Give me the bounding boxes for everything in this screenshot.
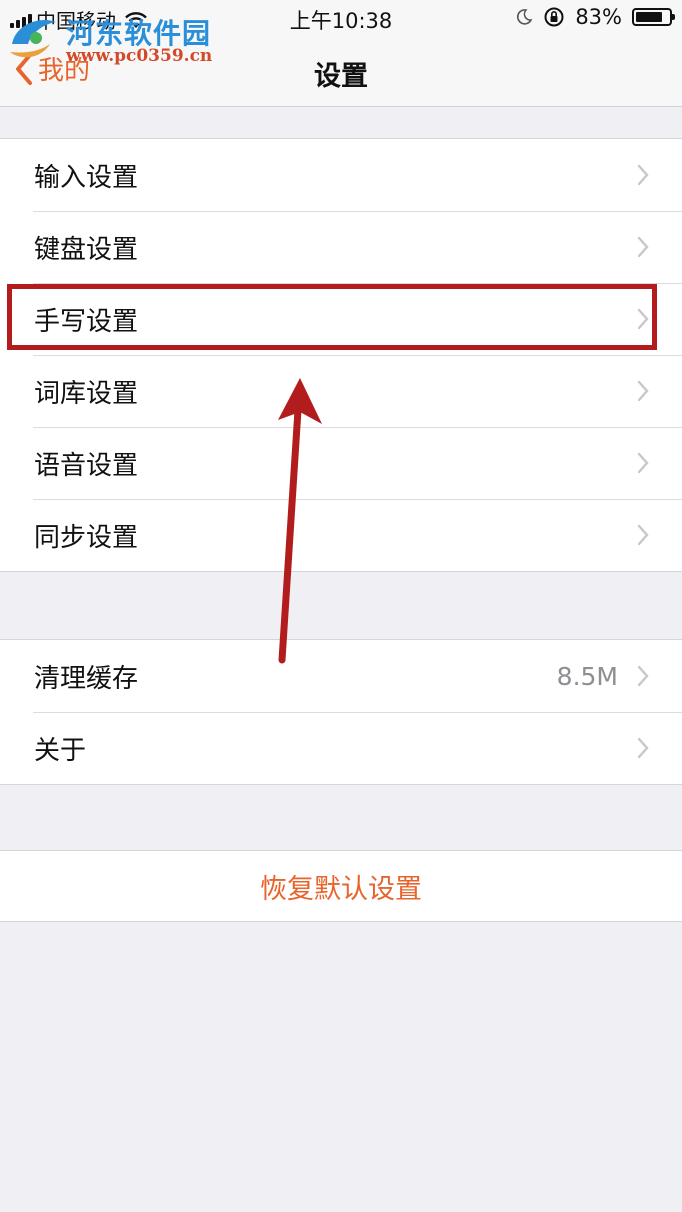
battery-icon [632, 8, 675, 26]
cache-size-value: 8.5M [556, 661, 618, 691]
row-label: 清理缓存 [34, 663, 139, 694]
moon-icon [517, 9, 533, 25]
row-label: 关于 [34, 735, 87, 766]
chevron-right-icon [637, 737, 649, 759]
chevron-right-icon [637, 308, 649, 330]
settings-row-input[interactable]: 输入设置 [0, 139, 682, 211]
settings-group-main: 输入设置 键盘设置 手写设置 词库设置 语音设置 同步设置 [0, 138, 682, 572]
chevron-right-icon [637, 665, 649, 687]
settings-row-clear-cache[interactable]: 清理缓存 8.5M [0, 640, 682, 712]
chevron-right-icon [637, 164, 649, 186]
row-label: 键盘设置 [34, 234, 139, 265]
status-bar: 中国移动 上午10:38 83% [0, 0, 682, 36]
settings-row-sync[interactable]: 同步设置 [0, 499, 682, 571]
reset-defaults-button[interactable]: 恢复默认设置 [0, 851, 682, 921]
settings-row-voice[interactable]: 语音设置 [0, 427, 682, 499]
settings-group-misc: 清理缓存 8.5M 关于 [0, 639, 682, 785]
row-label: 语音设置 [34, 450, 139, 481]
row-label: 手写设置 [34, 306, 139, 337]
chevron-right-icon [637, 524, 649, 546]
chevron-right-icon [637, 236, 649, 258]
row-label: 输入设置 [34, 162, 139, 193]
settings-row-about[interactable]: 关于 [0, 712, 682, 784]
page-title: 设置 [314, 61, 368, 92]
navigation-bar: 我的 设置 [0, 36, 682, 107]
settings-group-reset: 恢复默认设置 [0, 850, 682, 922]
settings-row-handwriting[interactable]: 手写设置 [0, 283, 682, 355]
row-label: 同步设置 [34, 522, 139, 553]
chevron-right-icon [637, 380, 649, 402]
battery-percent: 83% [575, 5, 622, 29]
settings-row-dictionary[interactable]: 词库设置 [0, 355, 682, 427]
orientation-lock-icon [544, 7, 564, 27]
settings-row-keyboard[interactable]: 键盘设置 [0, 211, 682, 283]
row-label: 词库设置 [34, 378, 139, 409]
chevron-right-icon [637, 452, 649, 474]
